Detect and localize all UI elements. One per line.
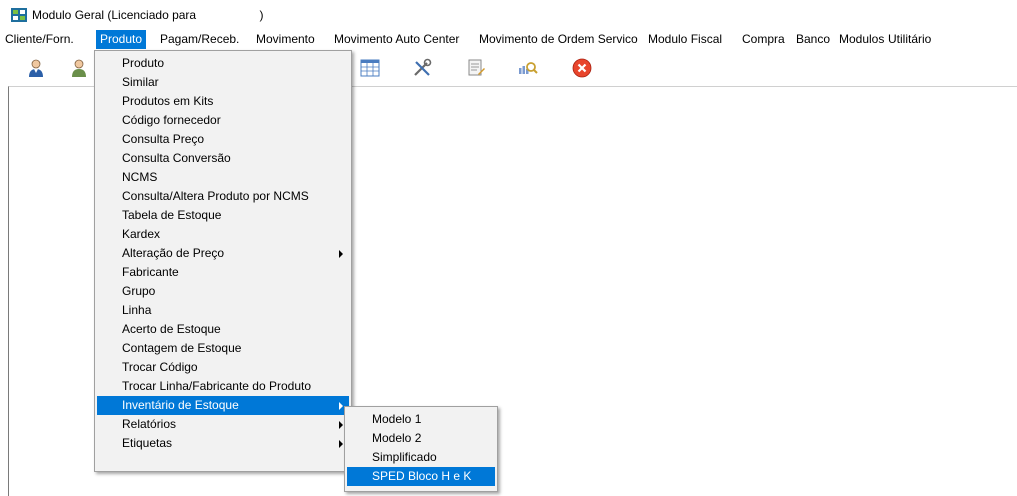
menu-item-label: Linha <box>122 303 152 317</box>
submenu-item-label: Modelo 2 <box>372 431 422 445</box>
menu-item-ncms[interactable]: NCMS <box>97 168 349 187</box>
produto-dropdown-menu: Produto Similar Produtos em Kits Código … <box>94 50 352 472</box>
menu-produto[interactable]: Produto <box>96 30 147 49</box>
app-icon <box>11 8 27 22</box>
menu-banco[interactable]: Banco <box>792 30 834 49</box>
menu-item-consulta-altera-ncms[interactable]: Consulta/Altera Produto por NCMS <box>97 187 349 206</box>
menu-item-label: Fabricante <box>122 265 179 279</box>
menu-item-inventario-estoque[interactable]: Inventário de Estoque <box>97 396 349 415</box>
submenu-item-modelo-1[interactable]: Modelo 1 <box>347 410 495 429</box>
menu-item-label: Consulta Conversão <box>122 151 231 165</box>
menu-item-codigo-fornecedor[interactable]: Código fornecedor <box>97 111 349 130</box>
menu-pagam-receb[interactable]: Pagam/Receb. <box>156 30 243 49</box>
menu-item-produto[interactable]: Produto <box>97 54 349 73</box>
menu-item-grupo[interactable]: Grupo <box>97 282 349 301</box>
menu-item-label: Tabela de Estoque <box>122 208 222 222</box>
menu-modulo-fiscal[interactable]: Modulo Fiscal <box>644 30 726 49</box>
menu-item-relatorios[interactable]: Relatórios <box>97 415 349 434</box>
menu-item-acerto-estoque[interactable]: Acerto de Estoque <box>97 320 349 339</box>
window-title: Modulo Geral (Licenciado para ) <box>32 8 264 22</box>
menu-item-similar[interactable]: Similar <box>97 73 349 92</box>
menu-item-label: Produtos em Kits <box>122 94 214 108</box>
menu-item-label: Alteração de Preço <box>122 246 225 260</box>
submenu-item-simplificado[interactable]: Simplificado <box>347 448 495 467</box>
menu-item-label: Trocar Código <box>122 360 198 374</box>
submenu-item-label: Modelo 1 <box>372 412 422 426</box>
menu-item-consulta-conversao[interactable]: Consulta Conversão <box>97 149 349 168</box>
menu-item-label: Código fornecedor <box>122 113 221 127</box>
menu-item-label: Trocar Linha/Fabricante do Produto <box>122 379 311 393</box>
menu-item-fabricante[interactable]: Fabricante <box>97 263 349 282</box>
menu-item-label: Etiquetas <box>122 436 173 450</box>
menu-item-produtos-em-kits[interactable]: Produtos em Kits <box>97 92 349 111</box>
magnify-report-icon[interactable] <box>518 58 538 78</box>
menu-item-label: NCMS <box>122 170 158 184</box>
inventario-submenu: Modelo 1 Modelo 2 Simplificado SPED Bloc… <box>344 406 498 492</box>
menu-item-label: Contagem de Estoque <box>122 341 242 355</box>
submenu-item-modelo-2[interactable]: Modelo 2 <box>347 429 495 448</box>
menu-compra[interactable]: Compra <box>738 30 789 49</box>
menu-item-tabela-estoque[interactable]: Tabela de Estoque <box>97 206 349 225</box>
people-icon[interactable] <box>70 58 90 78</box>
menu-item-trocar-codigo[interactable]: Trocar Código <box>97 358 349 377</box>
menu-bar: Cliente/Forn. Produto Pagam/Receb. Movim… <box>0 30 1017 49</box>
menu-item-label: Produto <box>122 56 165 70</box>
menu-movimento[interactable]: Movimento <box>252 30 319 49</box>
menu-item-kardex[interactable]: Kardex <box>97 225 349 244</box>
menu-item-label: Inventário de Estoque <box>122 398 239 412</box>
title-bar: Modulo Geral (Licenciado para ) <box>0 0 1017 30</box>
menu-item-label: Relatórios <box>122 417 177 431</box>
grid-table-icon[interactable] <box>360 58 380 78</box>
exit-close-icon[interactable] <box>572 58 592 78</box>
submenu-arrow-icon <box>339 250 343 258</box>
menu-item-etiquetas[interactable]: Etiquetas <box>97 434 349 453</box>
submenu-item-sped-bloco-h-k[interactable]: SPED Bloco H e K <box>347 467 495 486</box>
menu-modulos[interactable]: Modulos <box>835 30 888 49</box>
menu-movimento-ordem-servico[interactable]: Movimento de Ordem Servico <box>475 30 642 49</box>
document-edit-icon[interactable] <box>466 58 486 78</box>
submenu-item-label: SPED Bloco H e K <box>372 469 472 483</box>
menu-utilitario[interactable]: Utilitário <box>884 30 935 49</box>
submenu-arrow-icon <box>339 421 343 429</box>
submenu-arrow-icon <box>339 440 343 448</box>
menu-cliente-forn[interactable]: Cliente/Forn. <box>1 30 78 49</box>
menu-item-linha[interactable]: Linha <box>97 301 349 320</box>
menu-movimento-auto-center[interactable]: Movimento Auto Center <box>330 30 463 49</box>
menu-item-label: Similar <box>122 75 159 89</box>
menu-item-label: Kardex <box>122 227 161 241</box>
menu-item-label: Grupo <box>122 284 156 298</box>
menu-item-trocar-linha-fabricante[interactable]: Trocar Linha/Fabricante do Produto <box>97 377 349 396</box>
submenu-item-label: Simplificado <box>372 450 437 464</box>
tools-icon[interactable] <box>412 58 432 78</box>
menu-item-contagem-estoque[interactable]: Contagem de Estoque <box>97 339 349 358</box>
menu-item-label: Acerto de Estoque <box>122 322 221 336</box>
menu-item-alteracao-preco[interactable]: Alteração de Preço <box>97 244 349 263</box>
menu-item-label: Consulta/Altera Produto por NCMS <box>122 189 309 203</box>
menu-item-label: Consulta Preço <box>122 132 205 146</box>
menu-item-consulta-preco[interactable]: Consulta Preço <box>97 130 349 149</box>
submenu-arrow-icon <box>339 402 343 410</box>
person-icon[interactable] <box>26 58 46 78</box>
